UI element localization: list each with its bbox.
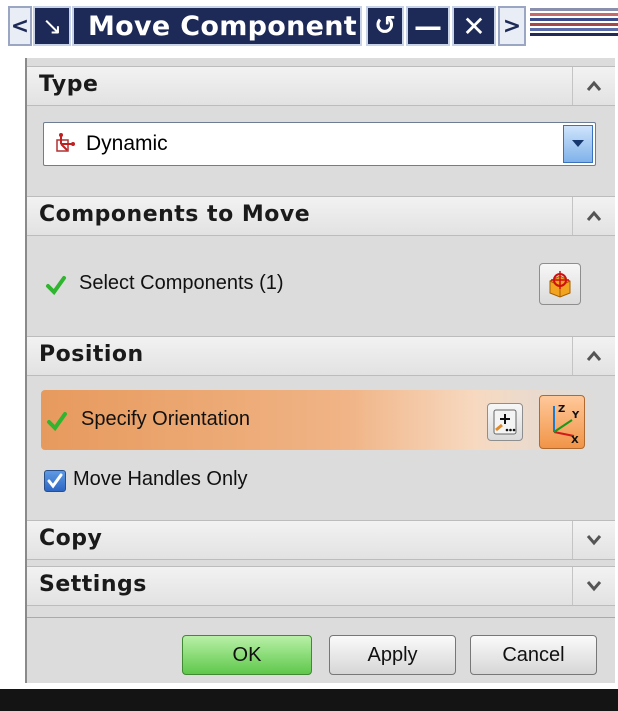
reset-button[interactable]: ↺ bbox=[366, 6, 404, 46]
section-title-settings: Settings bbox=[39, 572, 147, 597]
chevron-up-icon bbox=[586, 350, 602, 361]
section-header-type[interactable]: Type bbox=[27, 66, 615, 106]
component-select-icon bbox=[549, 271, 571, 298]
section-body-position: Specify Orientation Z Y X Move Handles O… bbox=[27, 376, 615, 518]
dynamic-csys-icon bbox=[56, 133, 75, 152]
minimize-button[interactable]: — bbox=[406, 6, 450, 46]
section-title-components: Components to Move bbox=[39, 202, 311, 227]
move-component-dialog: Type Dynamic Components to Move Select C… bbox=[25, 58, 615, 683]
section-header-settings[interactable]: Settings bbox=[27, 566, 615, 606]
apply-button[interactable]: Apply bbox=[329, 635, 456, 675]
chevron-down-icon bbox=[572, 140, 584, 147]
taskbar-strip bbox=[0, 689, 618, 711]
section-title-copy: Copy bbox=[39, 526, 103, 551]
move-handles-only-label: Move Handles Only bbox=[73, 468, 248, 490]
window-title: Move Component bbox=[72, 6, 362, 46]
svg-text:X: X bbox=[571, 435, 579, 444]
cancel-button[interactable]: Cancel bbox=[470, 635, 597, 675]
close-icon: ✕ bbox=[462, 9, 486, 43]
section-title-type: Type bbox=[39, 72, 99, 97]
forward-arrow-icon: > bbox=[502, 13, 522, 39]
dropdown-arrow-button[interactable] bbox=[563, 125, 593, 163]
chevron-down-icon bbox=[586, 535, 602, 546]
close-button[interactable]: ✕ bbox=[452, 6, 496, 46]
back-arrow-button[interactable]: < bbox=[8, 6, 32, 46]
csys-dialog-button[interactable]: Z Y X bbox=[539, 395, 585, 449]
section-header-components[interactable]: Components to Move bbox=[27, 196, 615, 236]
chevron-up-icon bbox=[586, 80, 602, 91]
section-body-components: Select Components (1) bbox=[27, 236, 615, 332]
chevron-down-icon bbox=[586, 581, 602, 592]
section-title-position: Position bbox=[39, 342, 144, 367]
expand-settings-button[interactable] bbox=[572, 567, 615, 605]
type-dropdown[interactable]: Dynamic bbox=[43, 122, 596, 166]
move-handles-only-checkbox[interactable] bbox=[44, 470, 66, 492]
svg-text:Z: Z bbox=[558, 404, 565, 415]
diagonal-arrow-icon: ↘ bbox=[41, 12, 63, 40]
checkmark-icon bbox=[47, 412, 67, 432]
minimize-icon: — bbox=[414, 9, 442, 43]
chevron-up-icon bbox=[586, 210, 602, 221]
svg-text:Y: Y bbox=[571, 410, 580, 421]
select-components-button[interactable] bbox=[539, 263, 581, 305]
back-arrow-icon: < bbox=[10, 13, 30, 39]
section-header-position[interactable]: Position bbox=[27, 336, 615, 376]
ok-button[interactable]: OK bbox=[182, 635, 312, 675]
collapse-position-button[interactable] bbox=[572, 337, 615, 375]
select-components-label: Select Components (1) bbox=[79, 272, 284, 294]
footer-divider bbox=[27, 617, 615, 618]
expand-copy-button[interactable] bbox=[572, 521, 615, 559]
checkbox-check-icon bbox=[47, 473, 63, 489]
forward-arrow-button[interactable]: > bbox=[498, 6, 526, 46]
collapse-components-button[interactable] bbox=[572, 197, 615, 235]
specify-orientation-label: Specify Orientation bbox=[81, 408, 250, 430]
csys-xyz-icon: Z Y X bbox=[553, 404, 580, 444]
dialog-icon: ↘ bbox=[33, 6, 71, 46]
point-dialog-icon bbox=[493, 409, 517, 435]
point-dialog-button[interactable] bbox=[487, 403, 523, 441]
collapse-type-button[interactable] bbox=[572, 67, 615, 105]
section-body-type: Dynamic bbox=[27, 106, 615, 194]
section-header-copy[interactable]: Copy bbox=[27, 520, 615, 560]
title-bar: < ↘ Move Component ↺ — ✕ > bbox=[0, 0, 618, 55]
title-decoration bbox=[530, 6, 618, 46]
type-dropdown-value: Dynamic bbox=[86, 132, 168, 155]
reset-icon: ↺ bbox=[374, 11, 396, 41]
checkmark-icon bbox=[46, 276, 66, 296]
